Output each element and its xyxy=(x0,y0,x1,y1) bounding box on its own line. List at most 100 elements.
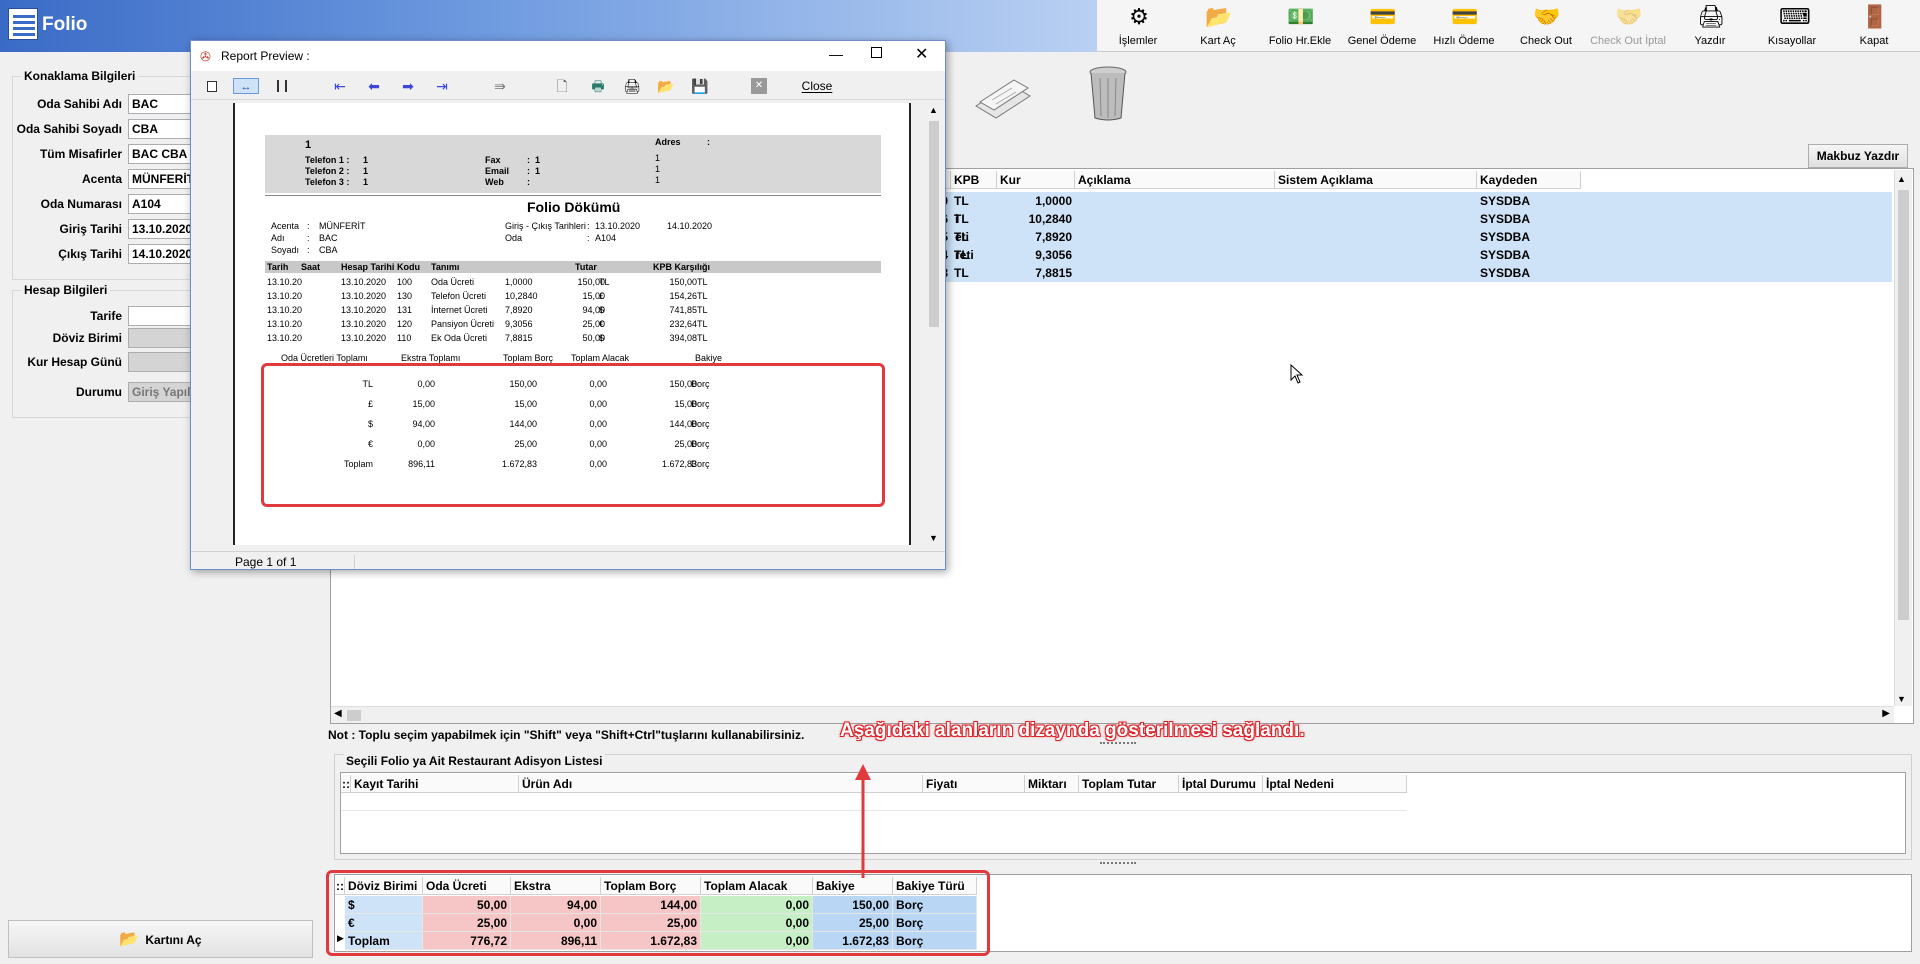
selection-note: Not : Toplu seçim yapabilmek için "Shift… xyxy=(328,728,805,742)
annotation-highlight-box xyxy=(326,870,990,956)
checkin-date: 13.10.2020 xyxy=(595,221,641,231)
page-width-icon[interactable]: ↔ xyxy=(233,78,259,94)
exit-icon[interactable]: ✕ xyxy=(751,78,767,94)
grid-cell xyxy=(1075,228,1275,246)
summary-header: Bakiye xyxy=(695,353,723,363)
grid-cell: 7,8920 xyxy=(1035,230,1072,244)
summary-cell: 25,00 xyxy=(674,439,697,449)
account-label: Döviz Birimi xyxy=(52,331,122,345)
grid-header[interactable]: KPB xyxy=(951,171,997,189)
goto-page-icon[interactable]: ⇛ xyxy=(491,78,509,94)
report-column-header: Saat xyxy=(301,262,321,272)
summary-cell: 1.672,83 xyxy=(661,459,697,469)
adisyon-header[interactable]: Toplam Tutar xyxy=(1079,775,1179,793)
adisyon-header[interactable]: Kayıt Tarihi xyxy=(351,775,519,793)
last-page-icon[interactable]: ⇥ xyxy=(433,78,451,94)
preview-scroll-down-icon[interactable]: ▼ xyxy=(929,533,938,543)
report-preview-dialog: ✇ Report Preview : — ✕ ↔ ⇤ ⬅ ➡ ⇥ ⇛ 🗋 🖶 🖨… xyxy=(190,40,946,570)
adres-value: 1 xyxy=(655,153,661,163)
toolbar-keyboard-button[interactable]: ⌨ Kısayollar xyxy=(1752,0,1832,52)
scroll-right-icon[interactable]: ▶ xyxy=(1882,708,1890,719)
open-folder-icon: 📂 xyxy=(119,931,140,948)
toolbar-printer-button[interactable]: 🖨 Yazdır xyxy=(1670,0,1750,52)
print-receipt-button[interactable]: Makbuz Yazdır xyxy=(1808,144,1908,168)
maximize-icon[interactable] xyxy=(871,47,882,58)
summary-cell: TL xyxy=(362,379,373,389)
scroll-thumb[interactable] xyxy=(1898,190,1909,620)
report-page: 1 Adres: Telefon 1 : 1 Telefon 2 : 1 Telefon 3… xyxy=(233,103,911,545)
toolbar-checkout-cancel-button[interactable]: 🤝 Check Out İptal xyxy=(1588,0,1668,52)
grid-cell: SYSDBA xyxy=(1480,248,1531,262)
grid-cell xyxy=(1075,192,1275,210)
grid-header[interactable]: Açıklama xyxy=(1075,171,1275,189)
summary-cell: 0,00 xyxy=(589,419,607,429)
open-file-icon[interactable]: 📂 xyxy=(657,78,675,94)
preview-scroll-up-icon[interactable]: ▲ xyxy=(929,105,938,115)
report-column-header: KPB Karşılığı xyxy=(653,262,711,272)
report-line-cell: 394,08 xyxy=(669,333,697,343)
main-grid-vertical-scrollbar[interactable]: ▲ ▼ xyxy=(1894,170,1912,706)
grid-header[interactable]: Sistem Açıklama xyxy=(1275,171,1477,189)
save-icon[interactable]: 💾 xyxy=(691,78,709,94)
toolbar-payment-button[interactable]: 💳 Genel Ödeme xyxy=(1342,0,1422,52)
report-line-cell: 13.10.20 xyxy=(267,333,303,343)
scroll-left-icon[interactable]: ◀ xyxy=(334,708,342,719)
phone-value: 1 xyxy=(363,177,369,187)
toolbar-handshake-button[interactable]: 🤝 Check Out xyxy=(1506,0,1586,52)
full-page-icon[interactable] xyxy=(277,80,287,92)
toolbar-quick-payment-button[interactable]: 💳 Hızlı Ödeme xyxy=(1424,0,1504,52)
summary-cell: Borç xyxy=(691,439,710,449)
report-line-cell: Ek Oda Ücreti xyxy=(431,333,488,343)
toolbar-exit-door-button[interactable]: 🚪 Kapat xyxy=(1834,0,1914,52)
scroll-up-icon[interactable]: ▲ xyxy=(1897,174,1906,184)
stay-info-title: Konaklama Bilgileri xyxy=(21,69,139,83)
close-button[interactable]: Close xyxy=(797,78,837,94)
adisyon-header[interactable]: İptal Nedeni xyxy=(1263,775,1407,793)
splitter-handle-2[interactable] xyxy=(1100,862,1136,866)
open-card-button[interactable]: 📂 Kartını Aç xyxy=(8,920,313,958)
print-icon[interactable]: 🖨 xyxy=(623,78,641,94)
toolbar-label: İşlemler xyxy=(1118,35,1158,47)
grid-cell: TL xyxy=(954,194,969,208)
single-page-icon[interactable] xyxy=(207,81,217,92)
preview-vertical-scrollbar[interactable]: ▲ ▼ xyxy=(926,103,942,545)
adisyon-header[interactable]: İptal Durumu xyxy=(1179,775,1263,793)
info-value: BAC xyxy=(319,233,338,243)
toolbar-gears-button[interactable]: ⚙ İşlemler xyxy=(1098,0,1178,52)
adisyon-grid[interactable]: :: Kayıt Tarihi Ürün Adı Fiyatı Miktarı Topla… xyxy=(340,772,1906,854)
summary-cell: Toplam xyxy=(343,459,373,469)
adisyon-header[interactable]: Fiyatı xyxy=(923,775,1025,793)
preview-scroll-thumb[interactable] xyxy=(929,121,939,327)
summary-cell: € xyxy=(367,439,373,449)
trash-bin-icon[interactable] xyxy=(1088,64,1128,122)
document-icon[interactable] xyxy=(970,66,1034,122)
grid-header[interactable]: Kaydeden xyxy=(1477,171,1581,189)
preview-status-bar: Page 1 of 1 xyxy=(191,551,945,570)
adres-label: Adres xyxy=(655,137,681,147)
next-page-icon[interactable]: ➡ xyxy=(399,78,417,94)
print-setup-icon[interactable]: 🖶 xyxy=(589,78,607,94)
first-page-icon[interactable]: ⇤ xyxy=(331,78,349,94)
field-label: Oda Sahibi Soyadı xyxy=(16,122,122,136)
prev-page-icon[interactable]: ⬅ xyxy=(365,78,383,94)
grid-header[interactable]: Kur xyxy=(997,171,1075,189)
report-line-cell: £ xyxy=(599,291,605,301)
summary-cell: 94,00 xyxy=(412,419,435,429)
splitter-handle[interactable] xyxy=(1100,742,1136,746)
hscroll-thumb[interactable] xyxy=(347,710,361,721)
info-colon: : xyxy=(307,245,310,255)
report-line-cell: 7,8815 xyxy=(505,333,533,343)
adisyon-header[interactable]: Miktarı xyxy=(1025,775,1079,793)
report-line-cell: 100 xyxy=(397,277,413,287)
close-window-icon[interactable]: ✕ xyxy=(915,44,928,64)
toolbar-open-card-button[interactable]: 📂 Kart Aç xyxy=(1178,0,1258,52)
page-setup-icon[interactable]: 🗋 xyxy=(555,78,569,94)
summary-cell: 1.672,83 xyxy=(501,459,537,469)
report-line-cell: 150,00 xyxy=(669,277,697,287)
toolbar-add-money-button[interactable]: 💵 Folio Hr.Ekle xyxy=(1260,0,1340,52)
minimize-icon[interactable]: — xyxy=(829,46,843,62)
scroll-down-icon[interactable]: ▼ xyxy=(1897,694,1906,704)
phone-label: Telefon 2 : xyxy=(305,166,350,176)
exit-door-icon: 🚪 xyxy=(1861,4,1889,29)
phone-label: Telefon 1 : xyxy=(305,155,350,165)
